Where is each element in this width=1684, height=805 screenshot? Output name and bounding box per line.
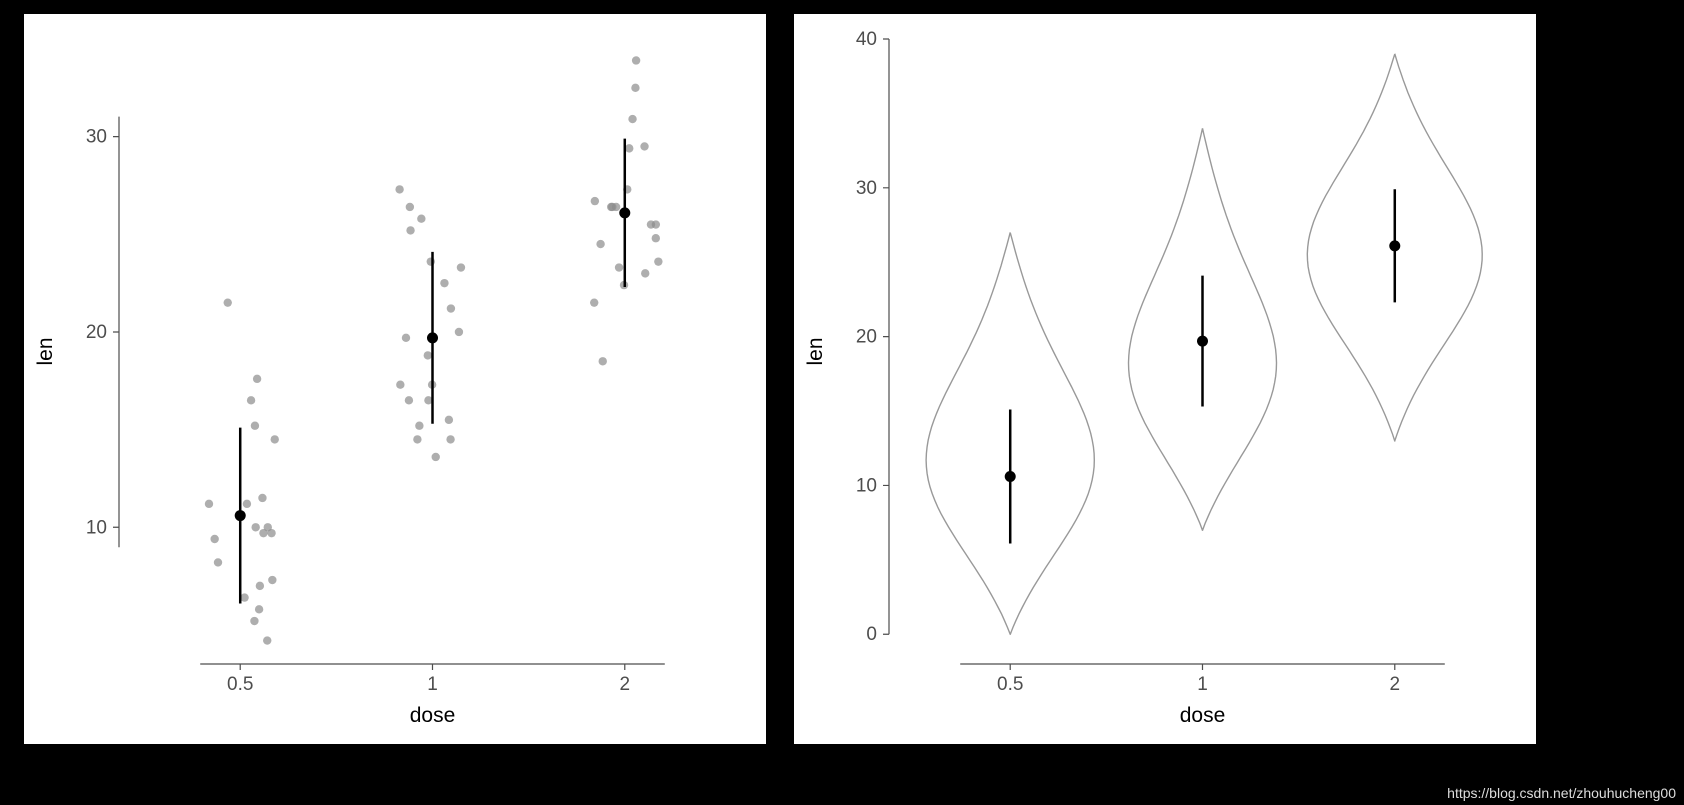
data-point <box>406 203 414 211</box>
scatter-panel: 10 20 30 0.5 1 2 len dose <box>24 14 766 744</box>
violin-panel: 0 10 20 30 40 0.5 1 2 len dose <box>794 14 1536 744</box>
data-point <box>647 220 655 228</box>
data-point <box>457 263 465 271</box>
data-point <box>599 357 607 365</box>
mean-point <box>235 510 246 521</box>
data-point <box>395 185 403 193</box>
y-tick-label: 10 <box>86 517 107 538</box>
data-point <box>258 494 266 502</box>
data-point <box>446 435 454 443</box>
data-point <box>271 435 279 443</box>
y-axis-title: len <box>804 337 827 365</box>
data-point <box>256 582 264 590</box>
y-tick-label: 10 <box>856 475 877 496</box>
data-point <box>654 257 662 265</box>
data-point <box>628 115 636 123</box>
x-tick-label: 0.5 <box>227 674 253 695</box>
mean-point <box>427 332 438 343</box>
data-point <box>652 234 660 242</box>
data-point <box>615 263 623 271</box>
data-point <box>640 142 648 150</box>
data-point <box>415 422 423 430</box>
y-tick-label: 20 <box>856 327 877 348</box>
data-point <box>447 304 455 312</box>
data-point <box>608 203 616 211</box>
data-point <box>253 375 261 383</box>
data-point <box>641 269 649 277</box>
y-axis-title: len <box>34 337 57 365</box>
data-point <box>440 279 448 287</box>
y-tick-label: 0 <box>866 624 877 645</box>
data-point <box>240 593 248 601</box>
x-tick-label: 2 <box>619 674 630 695</box>
data-point <box>251 422 259 430</box>
mean-point <box>1389 240 1400 251</box>
data-point <box>455 328 463 336</box>
data-point <box>632 56 640 64</box>
x-axis-title: dose <box>1180 704 1226 727</box>
data-point <box>214 558 222 566</box>
data-point <box>445 416 453 424</box>
data-point <box>432 453 440 461</box>
data-point <box>250 617 258 625</box>
y-tick-label: 30 <box>856 178 877 199</box>
data-point <box>424 351 432 359</box>
x-tick-label: 1 <box>427 674 438 695</box>
data-point <box>243 500 251 508</box>
data-point <box>224 298 232 306</box>
data-point <box>591 197 599 205</box>
data-point <box>259 529 267 537</box>
data-point <box>210 535 218 543</box>
y-tick-label: 20 <box>86 322 107 343</box>
data-point <box>268 576 276 584</box>
violin-plot-svg: 0 10 20 30 40 0.5 1 2 len dose <box>794 14 1536 744</box>
data-point <box>255 605 263 613</box>
watermark-text: https://blog.csdn.net/zhouhucheng00 <box>1447 785 1676 801</box>
data-point <box>590 298 598 306</box>
data-point <box>625 144 633 152</box>
data-point <box>417 214 425 222</box>
data-point <box>247 396 255 404</box>
data-point <box>413 435 421 443</box>
y-tick-label: 30 <box>86 127 107 148</box>
data-point <box>405 396 413 404</box>
x-axis-title: dose <box>410 704 456 727</box>
data-point <box>406 226 414 234</box>
mean-point <box>619 207 630 218</box>
x-tick-label: 1 <box>1197 674 1208 695</box>
mean-point <box>1005 471 1016 482</box>
x-tick-label: 0.5 <box>997 674 1023 695</box>
data-point <box>631 84 639 92</box>
y-tick-label: 40 <box>856 29 877 50</box>
x-tick-label: 2 <box>1389 674 1400 695</box>
data-point <box>402 334 410 342</box>
data-point <box>263 636 271 644</box>
mean-point <box>1197 336 1208 347</box>
scatter-plot-svg: 10 20 30 0.5 1 2 len dose <box>24 14 766 744</box>
data-point <box>596 240 604 248</box>
data-point <box>205 500 213 508</box>
data-point <box>251 523 259 531</box>
data-point <box>396 381 404 389</box>
